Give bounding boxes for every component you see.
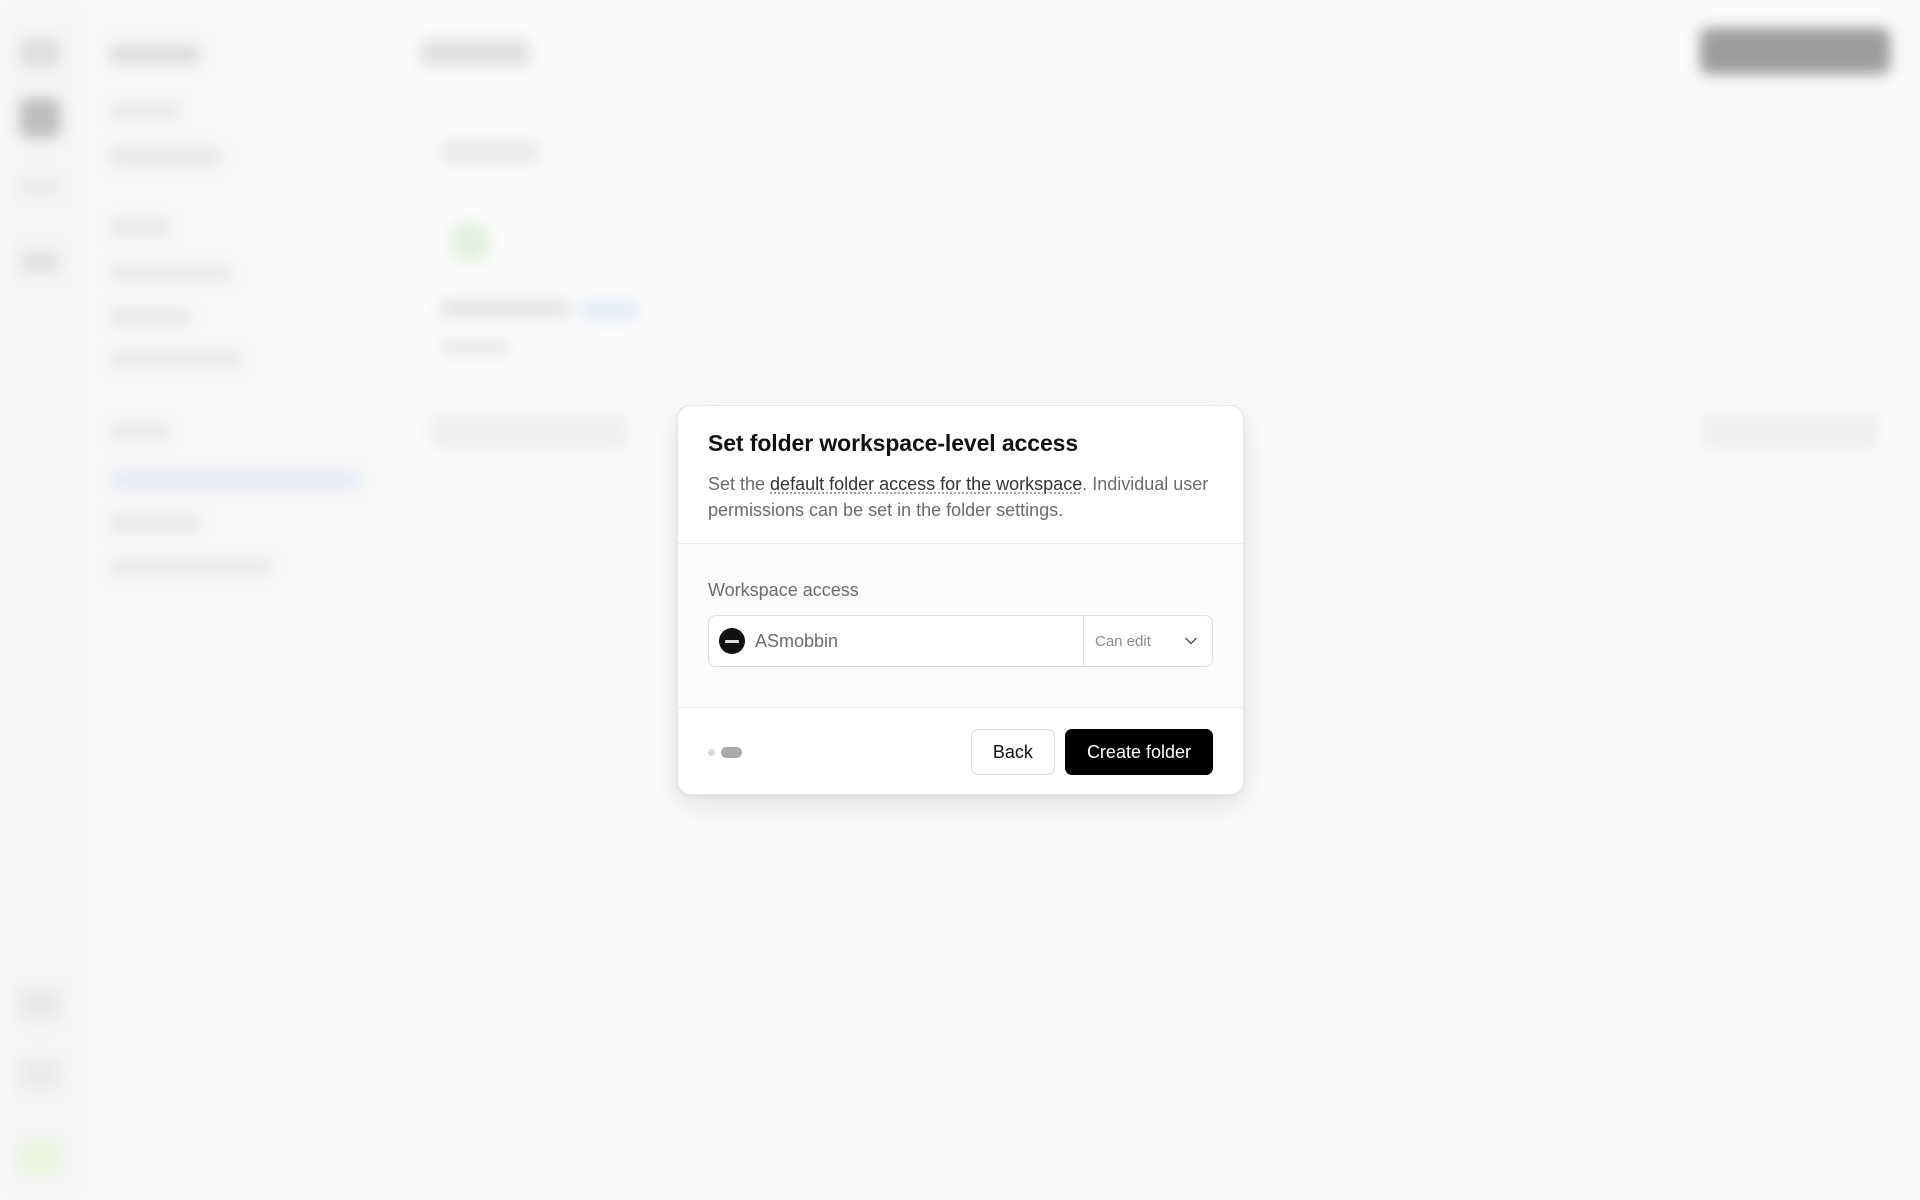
modal-description: Set the default folder access for the wo… — [708, 471, 1213, 523]
workspace-avatar — [719, 628, 745, 654]
footer-actions: Back Create folder — [970, 729, 1213, 775]
step-dot — [708, 748, 715, 756]
modal-header: Set folder workspace-level access Set th… — [678, 406, 1243, 544]
description-prefix: Set the — [708, 474, 771, 494]
default-folder-access-link[interactable]: default folder access for the workspace — [770, 474, 1082, 494]
workspace-access-row: ASmobbin Can edit — [708, 615, 1213, 667]
step-dot-active — [721, 746, 742, 758]
workspace-access-label: Workspace access — [708, 580, 859, 600]
modal-footer: Back Create folder — [678, 708, 1243, 794]
create-folder-button[interactable]: Create folder — [1064, 729, 1213, 775]
modal-body: Workspace access ASmobbin Can edit — [678, 544, 1243, 708]
folder-access-modal: Set folder workspace-level access Set th… — [677, 405, 1244, 795]
workspace-name: ASmobbin — [755, 630, 839, 651]
back-button[interactable]: Back — [970, 729, 1055, 775]
modal-title: Set folder workspace-level access — [708, 430, 1079, 456]
step-indicator — [708, 746, 742, 758]
workspace-cell: ASmobbin — [709, 616, 1084, 666]
permission-value: Can edit — [1095, 632, 1151, 650]
permission-select[interactable]: Can edit — [1084, 616, 1212, 666]
chevron-down-icon — [1184, 634, 1198, 648]
